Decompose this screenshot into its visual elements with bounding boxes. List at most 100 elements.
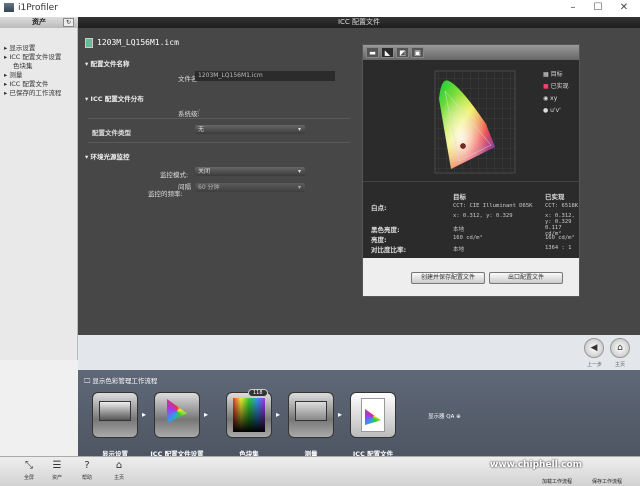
achieved-value: 1364 : 1 (545, 245, 572, 251)
create-save-profile-button[interactable]: 创建并保存配置文件 (411, 272, 485, 284)
title-bar: i1Profiler – ☐ ✕ (0, 0, 640, 17)
section-label: ICC 配置文件分布 (90, 95, 144, 103)
patch-count-badge: 118 (248, 389, 268, 397)
file-title: 1203M_LQ156M1.icm (97, 38, 179, 47)
row-label: 白点: (371, 204, 387, 212)
target-value: 160 cd/m² (453, 235, 483, 241)
assets-button[interactable]: ☰ 资产 (44, 460, 70, 481)
section-ambient-light[interactable]: ▾ 环境光源监控 (85, 151, 130, 161)
refresh-button[interactable]: ↻ (63, 18, 74, 27)
save-workflow-button[interactable]: 保存工作流程 (592, 478, 622, 485)
view-tabs: ▬ ◣ ◩ ▣ (363, 45, 579, 60)
back-button[interactable]: ◀ (584, 338, 604, 358)
section-profile-distribution[interactable]: ▾ ICC 配置文件分布 (85, 93, 144, 103)
target-value: 本地 (453, 247, 465, 253)
step-icc-settings[interactable] (154, 392, 200, 438)
sidebar-item-label: 已保存的工作流程 (9, 89, 62, 97)
workflow-title-text: 显示色彩管理工作流程 (92, 377, 158, 385)
section-profile-name[interactable]: ▾ 配置文件名称 (85, 58, 130, 68)
home-toolbar-button[interactable]: ⌂ 主页 (106, 460, 132, 481)
help-button[interactable]: ? 帮助 (74, 460, 100, 481)
gamut-panel: ▬ ◣ ◩ ▣ ▦ 目标 ■ 已实现 ◉ xy ● u'v' 目标 已实现 白点… (362, 44, 580, 297)
interval-frequency-label: 监控的频率: (148, 190, 183, 198)
sidebar-item-saved-workflows[interactable]: ▸ 已保存的工作流程 (4, 87, 61, 97)
fullscreen-icon: ⤡ (25, 460, 33, 471)
home-button[interactable]: ⌂ (610, 338, 630, 358)
panel-button-area: 创建并保存配置文件 出口配置文件 (363, 258, 579, 296)
row-label: 亮度: (371, 236, 387, 244)
home-label: 主页 (615, 362, 626, 368)
step-patch-set[interactable] (226, 392, 272, 438)
profile-type-label: 配置文件类型 (92, 129, 131, 137)
file-icon (85, 38, 93, 48)
bottom-toolbar: ⤡ 全屏 ☰ 资产 ? 帮助 ⌂ 主页 www.chiphell.com 加载工作流程 … (0, 456, 640, 486)
cie-chromaticity-diagram (434, 70, 516, 174)
interval-dropdown[interactable]: 60 分钟 (195, 183, 305, 192)
window-title: i1Profiler (18, 3, 58, 13)
arrow-icon: ▸ (204, 410, 209, 419)
column-target: 目标 (453, 193, 466, 201)
achieved-value: x: 0.312, y: 0.329 (545, 213, 575, 225)
tab-image[interactable]: ▣ (411, 47, 424, 58)
button-label: 帮助 (81, 475, 92, 481)
export-profile-button[interactable]: 出口配置文件 (489, 272, 563, 284)
legend-label: 已实现 (550, 83, 569, 90)
legend-achieved: ■ 已实现 (543, 83, 569, 90)
tab-gamut[interactable]: ◣ (381, 47, 394, 58)
system-checkbox[interactable]: ✓ (196, 107, 201, 115)
icc-profile-page: ICC 配置文件 1203M_LQ156M1.icm ▾ 配置文件名称 文件名:… (78, 17, 640, 335)
display-qa-link[interactable]: 显示器 QA ⊕ (428, 412, 461, 420)
legend-target: ▦ 目标 (543, 71, 563, 78)
section-label: 配置文件名称 (90, 60, 130, 68)
navigation-strip: ◀ ⌂ 上一步 主页 (78, 335, 640, 370)
page-header: ICC 配置文件 (78, 17, 640, 28)
divider (88, 142, 350, 143)
divider (88, 118, 350, 119)
minimize-button[interactable]: – (565, 2, 581, 13)
home-icon: ⌂ (115, 460, 123, 471)
white-point-marker (460, 143, 466, 149)
target-value: x: 0.312, y: 0.329 (453, 213, 513, 219)
button-label: 主页 (113, 475, 124, 481)
assets-sidebar: 资产 ↻ ▸ 显示设置 ▸ ICC 配置文件设置 色块集 ▸ 测量 ▸ ICC … (0, 17, 78, 360)
tab-curve[interactable]: ◩ (396, 47, 409, 58)
section-label: 环境光源监控 (90, 153, 130, 161)
arrow-icon: ▸ (338, 410, 343, 419)
help-icon: ? (84, 460, 90, 471)
radio-label: u'v' (550, 107, 561, 114)
button-label: 资产 (51, 475, 62, 481)
divider (363, 181, 579, 182)
workflow-bar: 🖵 显示色彩管理工作流程 ▸ ▸ 118 ▸ ▸ 显示设置 ICC 配置文件设置… (78, 370, 640, 458)
watermark: www.chiphell.com (490, 460, 583, 470)
fullscreen-button[interactable]: ⤡ 全屏 (16, 460, 42, 481)
app-icon (4, 3, 14, 12)
target-value: CCT: CIE Illuminant D65K (453, 203, 533, 209)
step-display-settings[interactable] (92, 392, 138, 438)
radio-xy[interactable]: ◉ xy (543, 95, 557, 102)
list-icon: ☰ (52, 460, 62, 471)
maximize-button[interactable]: ☐ (590, 2, 606, 13)
tab-summary[interactable]: ▬ (366, 47, 379, 58)
load-workflow-button[interactable]: 加载工作流程 (542, 478, 572, 485)
column-achieved: 已实现 (545, 193, 565, 201)
target-value: 本地 (453, 227, 465, 233)
monitor-mode-label: 监控模式: (160, 171, 189, 179)
monitor-mode-dropdown[interactable]: 关闭 (195, 167, 305, 176)
radio-uv[interactable]: ● u'v' (543, 107, 561, 114)
legend-label: 目标 (550, 71, 563, 78)
arrow-icon: ▸ (276, 410, 281, 419)
filename-input[interactable]: 1203M_LQ156M1.icm (195, 71, 335, 81)
profile-type-dropdown[interactable]: 无 (195, 125, 305, 134)
arrow-icon: ▸ (142, 410, 147, 419)
achieved-value: 160 cd/m² (545, 235, 575, 241)
close-button[interactable]: ✕ (616, 2, 632, 13)
achieved-value: CCT: 6518K (545, 203, 579, 209)
workflow-title: 🖵 显示色彩管理工作流程 (84, 377, 158, 385)
back-label: 上一步 (587, 362, 603, 368)
step-measure[interactable] (288, 392, 334, 438)
radio-label: xy (550, 95, 558, 102)
button-label: 全屏 (23, 475, 34, 481)
row-label: 对比度比率: (371, 246, 407, 254)
step-icc-profile[interactable] (350, 392, 396, 438)
display-qa-label: 显示器 QA (428, 414, 455, 420)
